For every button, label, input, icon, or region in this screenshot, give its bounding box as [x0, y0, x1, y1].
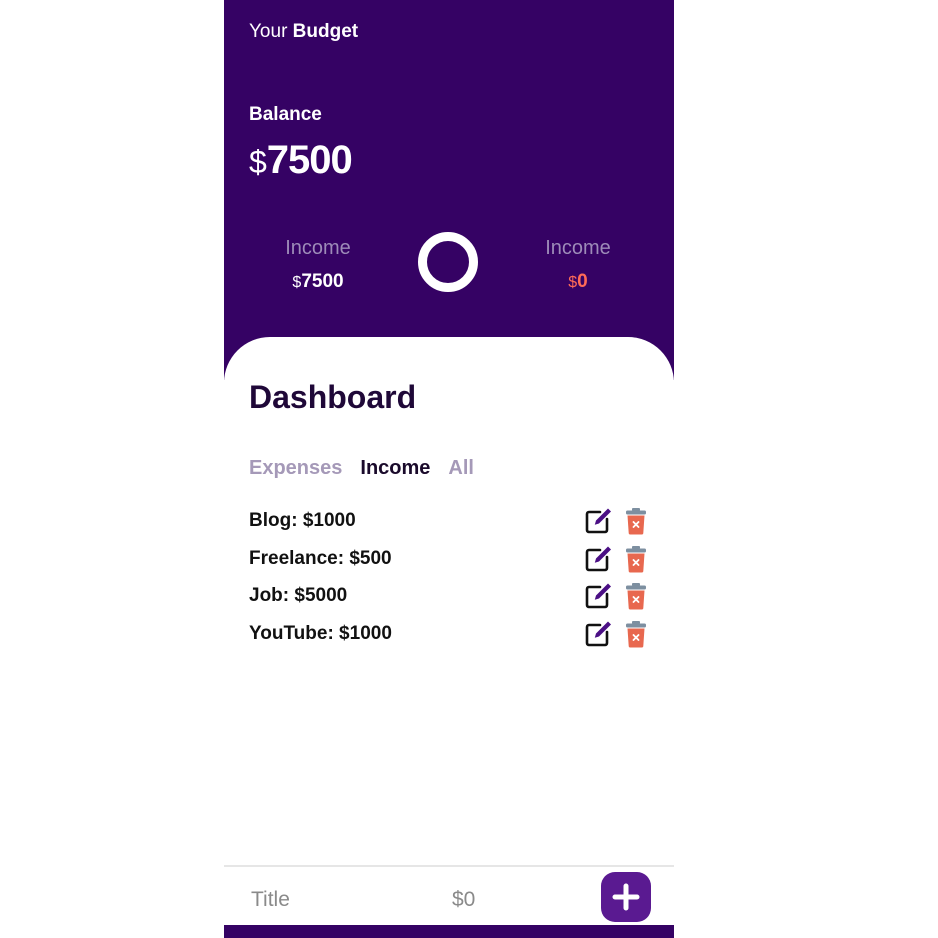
- trash-icon[interactable]: [625, 507, 647, 535]
- income-amount: $7500: [253, 271, 383, 293]
- list-item-text: Job: $5000: [249, 585, 348, 606]
- budget-app: Your Budget Balance $7500 Income $7500 I…: [224, 0, 674, 938]
- list-item: Blog: $1000: [249, 507, 649, 545]
- trash-icon[interactable]: [625, 582, 647, 610]
- brand-bold: Budget: [292, 21, 359, 42]
- expense-summary: Income $0: [513, 237, 643, 293]
- tab-income[interactable]: Income: [360, 457, 430, 480]
- dashboard-title: Dashboard: [249, 379, 417, 415]
- expense-value: 0: [577, 271, 588, 292]
- balance-label: Balance: [249, 104, 322, 125]
- edit-icon[interactable]: [584, 545, 612, 573]
- title-input[interactable]: [249, 881, 433, 919]
- budget-header: Your Budget Balance $7500 Income $7500 I…: [224, 0, 674, 380]
- balance-currency: $: [249, 144, 267, 180]
- edit-icon[interactable]: [584, 582, 612, 610]
- add-button[interactable]: [601, 872, 651, 922]
- income-value: 7500: [301, 271, 344, 292]
- expense-currency: $: [568, 274, 578, 291]
- balance-ring-chart: [418, 232, 478, 292]
- tab-expenses[interactable]: Expenses: [249, 457, 342, 480]
- trash-icon[interactable]: [625, 620, 647, 648]
- transaction-list: Blog: $1000 Freelance: $500 Job: $5000 Y…: [249, 507, 649, 657]
- list-item: YouTube: $1000: [249, 620, 649, 658]
- edit-icon[interactable]: [584, 507, 612, 535]
- list-item-text: Freelance: $500: [249, 547, 392, 569]
- list-item: Freelance: $500: [249, 545, 649, 583]
- form-divider: [224, 865, 674, 867]
- filter-tabs: Expenses Income All: [249, 457, 474, 480]
- trash-icon[interactable]: [625, 545, 647, 573]
- income-label: Income: [285, 237, 351, 259]
- balance-value: 7500: [266, 138, 353, 182]
- brand-prefix: Your: [249, 21, 288, 42]
- balance-amount: $7500: [249, 138, 353, 182]
- income-summary: Income $7500: [253, 237, 383, 293]
- income-currency: $: [292, 274, 302, 291]
- dashboard-panel: Dashboard Expenses Income All Blog: $100…: [224, 337, 674, 867]
- list-item-text: YouTube: $1000: [249, 622, 392, 644]
- edit-icon[interactable]: [584, 620, 612, 648]
- footer-bar: [224, 925, 674, 938]
- expense-label: Income: [545, 237, 611, 259]
- app-brand: Your Budget: [249, 21, 358, 43]
- plus-icon: [612, 883, 640, 911]
- expense-amount: $0: [513, 271, 643, 293]
- list-item: Job: $5000: [249, 582, 649, 620]
- tab-all[interactable]: All: [448, 457, 474, 480]
- amount-input[interactable]: [450, 881, 574, 919]
- list-item-text: Blog: $1000: [249, 510, 356, 531]
